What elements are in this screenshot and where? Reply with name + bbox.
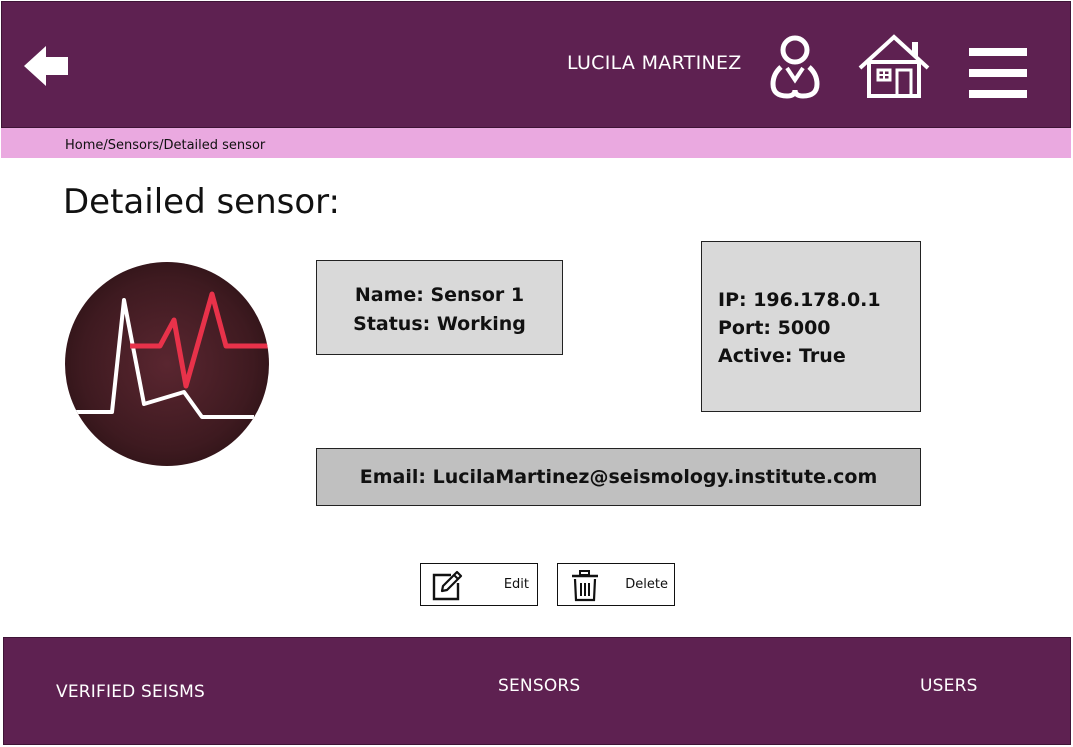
back-arrow-icon[interactable] <box>24 46 70 86</box>
edit-button[interactable]: Edit <box>420 563 538 606</box>
user-icon[interactable] <box>769 34 821 100</box>
breadcrumb[interactable]: Home/Sensors/Detailed sensor <box>65 138 265 153</box>
home-icon[interactable] <box>857 34 931 100</box>
sensor-active: Active: True <box>718 345 846 367</box>
footer-nav: VERIFIED SEISMS SENSORS USERS <box>3 637 1071 745</box>
sensor-network-box: IP: 196.178.0.1 Port: 5000 Active: True <box>701 241 921 412</box>
sensor-status: Status: Working <box>353 313 526 335</box>
breadcrumb-bar: Home/Sensors/Detailed sensor <box>1 128 1071 158</box>
delete-button[interactable]: Delete <box>557 563 675 606</box>
user-name: LUCILA MARTINEZ <box>567 52 742 74</box>
nav-users[interactable]: USERS <box>920 676 978 696</box>
sensor-email: Email: LucilaMartinez@seismology.institu… <box>359 466 878 488</box>
menu-icon[interactable] <box>968 47 1028 99</box>
seismograph-icon <box>65 262 269 466</box>
sensor-port: Port: 5000 <box>718 317 831 339</box>
sensor-ip: IP: 196.178.0.1 <box>718 289 881 311</box>
sensor-name: Name: Sensor 1 <box>354 284 525 306</box>
edit-label: Edit <box>503 577 529 592</box>
top-header: LUCILA MARTINEZ <box>1 1 1071 128</box>
page-title: Detailed sensor: <box>63 182 340 222</box>
sensor-email-box: Email: LucilaMartinez@seismology.institu… <box>316 448 921 506</box>
edit-icon <box>432 570 463 601</box>
nav-sensors[interactable]: SENSORS <box>498 676 580 696</box>
sensor-name-status-box: Name: Sensor 1 Status: Working <box>316 260 563 355</box>
delete-label: Delete <box>625 577 668 592</box>
trash-icon <box>572 570 598 602</box>
nav-verified-seisms[interactable]: VERIFIED SEISMS <box>56 682 205 702</box>
